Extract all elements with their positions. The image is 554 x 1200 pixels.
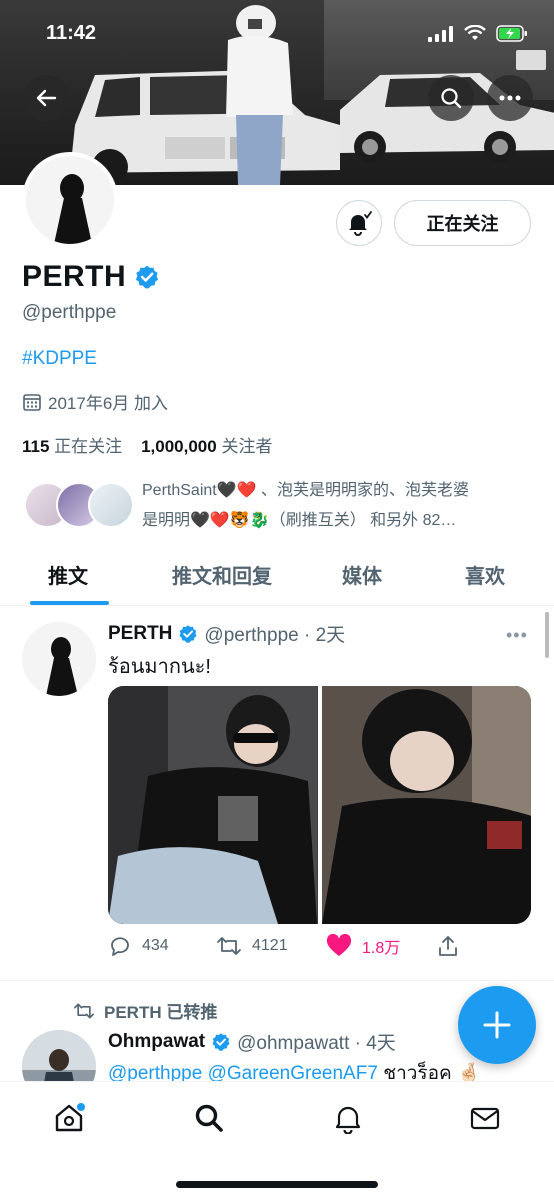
profile-name: PERTH (22, 260, 127, 293)
tweet-author-name[interactable]: Ohmpawat (108, 1031, 205, 1053)
share-icon (439, 936, 457, 956)
tweet-handle-time: @perthppe · 2天 (204, 625, 346, 646)
joined-date-text: 2017年6月 加入 (48, 394, 168, 413)
share-button[interactable] (436, 934, 460, 958)
avatar-silhouette (22, 622, 96, 696)
verified-badge-icon (136, 265, 159, 289)
avatar-silhouette (26, 156, 114, 244)
nav-home[interactable] (51, 1100, 87, 1136)
bio-hashtag-link[interactable]: #KDPPE (22, 348, 97, 370)
mail-icon (470, 1107, 500, 1130)
search-icon (441, 88, 462, 109)
calendar-icon (23, 393, 41, 411)
followers-label: 关注者 (221, 437, 273, 456)
retweet-count: 4121 (252, 937, 288, 954)
retweeted-by-text: PERTH 已转推 (104, 1003, 218, 1022)
back-arrow-icon (36, 89, 57, 107)
home-icon (55, 1103, 85, 1132)
verified-badge-icon (212, 1032, 230, 1051)
reply-count: 434 (142, 937, 169, 954)
following-count: 115 (22, 437, 50, 456)
tweet-author-name[interactable]: PERTH (108, 623, 172, 645)
tweet-media[interactable] (108, 686, 531, 924)
profile-handle: @perthppe (22, 302, 117, 323)
wifi-icon (464, 25, 486, 40)
tab-tweets-and-replies[interactable]: 推文和回复 (172, 560, 272, 589)
scrollbar[interactable] (545, 612, 549, 658)
like-count: 1.8万 (362, 940, 401, 957)
tweet-header: Ohmpawat @ohmpawatt · 4天 (108, 1028, 396, 1055)
following-label: 正在关注 (54, 437, 123, 456)
tweet-handle-time: @ohmpawatt · 4天 (237, 1033, 396, 1054)
battery-icon (496, 25, 527, 42)
nav-messages[interactable] (467, 1100, 503, 1136)
nav-search[interactable] (191, 1100, 227, 1136)
retweeted-by-row[interactable]: PERTH 已转推 (72, 998, 217, 1023)
tweet-photo-1[interactable] (108, 686, 318, 924)
bell-check-icon (349, 211, 372, 236)
tweet-actions: 434 4121 1.8万 (108, 934, 468, 964)
active-tab-indicator (30, 601, 109, 605)
status-time: 11:42 (46, 22, 97, 44)
tab-likes[interactable]: 喜欢 (465, 560, 505, 589)
notifications-bell-button[interactable] (336, 200, 382, 246)
heart-filled-icon (326, 934, 352, 956)
profile-tabs: 推文 推文和回复 媒体 喜欢 (0, 550, 554, 606)
followers-count-link[interactable]: 1,000,000 关注者 (141, 437, 272, 456)
like-button[interactable]: 1.8万 (326, 934, 400, 958)
verified-badge-icon (179, 624, 197, 643)
status-bar: 11:42 (0, 22, 554, 50)
tweet-divider (0, 980, 554, 981)
search-icon (195, 1104, 223, 1132)
photo-2-content (321, 686, 531, 924)
tweet-header: PERTH @perthppe · 2天 (108, 620, 345, 647)
tweet-more-icon[interactable]: ••• (506, 625, 528, 646)
following-button[interactable]: 正在关注 (394, 200, 531, 246)
nav-notifications[interactable] (330, 1100, 366, 1136)
plus-icon (483, 1011, 511, 1039)
compose-tweet-button[interactable] (458, 986, 536, 1064)
followed-by-line-1: PerthSaint🖤❤️ 、泡芙是明明家的、泡芙老婆 (142, 482, 470, 499)
retweet-icon (217, 937, 241, 955)
tweet-text: ร้อนมากนะ! (108, 656, 211, 678)
tweet-photo-2[interactable] (321, 686, 531, 924)
followers-count: 1,000,000 (141, 437, 217, 456)
signal-icon (428, 26, 453, 42)
photo-1-content (108, 686, 317, 924)
followed-by-text[interactable]: PerthSaint🖤❤️ 、泡芙是明明家的、泡芙老婆 是明明🖤❤️🐯🐉（刷推互… (142, 476, 537, 536)
reply-button[interactable]: 434 (108, 934, 169, 958)
more-button[interactable] (487, 75, 533, 121)
home-indicator[interactable] (176, 1181, 378, 1188)
retweet-icon (74, 1003, 94, 1018)
tab-tweets[interactable]: 推文 (48, 560, 88, 589)
follower-avatar (88, 482, 134, 528)
followed-by-line-2: 是明明🖤❤️🐯🐉（刷推互关） 和另外 82… (142, 512, 457, 529)
profile-name-row: PERTH (22, 260, 160, 294)
retweet-button[interactable]: 4121 (216, 934, 288, 958)
followed-by-avatars[interactable] (24, 482, 134, 530)
search-button[interactable] (428, 75, 474, 121)
tab-media[interactable]: 媒体 (342, 560, 382, 589)
following-count-link[interactable]: 115 正在关注 (22, 437, 122, 456)
profile-avatar[interactable] (22, 152, 118, 248)
tweet-author-avatar[interactable] (22, 622, 96, 696)
follow-counts: 115 正在关注 1,000,000 关注者 (22, 432, 272, 457)
bell-icon (335, 1106, 361, 1134)
more-dots-icon (499, 95, 521, 101)
reply-icon (111, 937, 129, 956)
back-button[interactable] (23, 75, 69, 121)
joined-date-row: 2017年6月 加入 (22, 389, 168, 414)
